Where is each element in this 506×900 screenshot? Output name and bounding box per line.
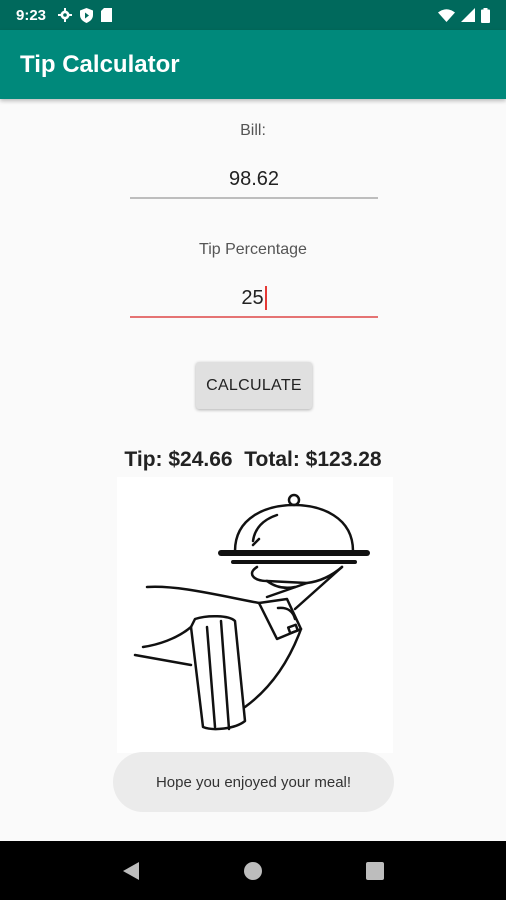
recents-icon [366, 861, 384, 880]
app-bar: Tip Calculator [0, 30, 506, 99]
app-title: Tip Calculator [20, 50, 180, 78]
recents-button[interactable] [355, 851, 395, 891]
back-icon [123, 861, 139, 880]
sd-card-icon [101, 8, 113, 22]
tip-percentage-input[interactable]: 25 [130, 278, 378, 318]
bill-value: 98.62 [228, 168, 280, 190]
wifi-icon [438, 8, 455, 22]
waiter-serving-cloche-icon [117, 477, 393, 753]
text-cursor [264, 286, 267, 310]
bill-input[interactable]: 98.62 [130, 159, 378, 199]
screen: 9:23 Tip Calculator Bill: 98.62 Tip Perc… [0, 0, 506, 900]
shield-icon [80, 7, 94, 23]
back-button[interactable] [111, 851, 151, 891]
calculate-button[interactable]: CALCULATE [196, 362, 312, 409]
gear-icon [58, 8, 73, 22]
tip-percentage-label: Tip Percentage [199, 241, 307, 258]
signal-icon [461, 8, 475, 22]
home-button[interactable] [233, 851, 273, 891]
status-time: 9:23 [16, 6, 47, 24]
status-icons-right [438, 7, 490, 23]
bill-label: Bill: [240, 122, 266, 139]
system-nav-bar [0, 841, 506, 900]
status-icons-left [58, 7, 113, 23]
result-text: Tip: $24.66 Total: $123.28 [124, 448, 382, 471]
battery-icon [481, 7, 490, 23]
home-icon [244, 861, 262, 880]
tip-percentage-value: 25 [241, 287, 264, 309]
toast-message: Hope you enjoyed your meal! [113, 752, 394, 812]
status-bar: 9:23 [0, 0, 506, 30]
